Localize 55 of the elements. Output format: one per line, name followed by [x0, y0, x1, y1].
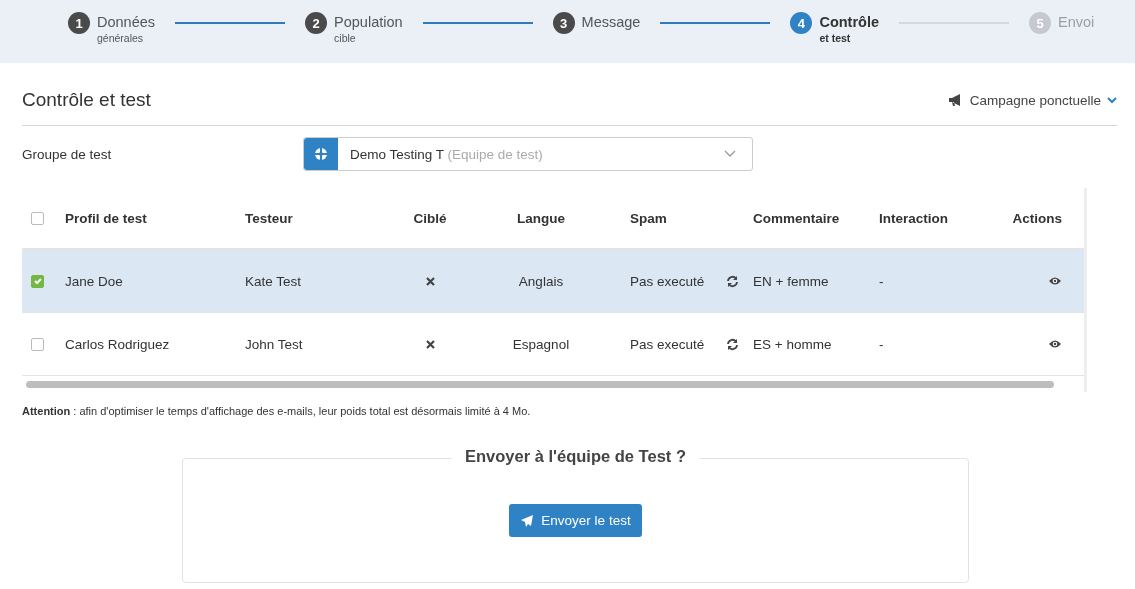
column-header: Interaction: [879, 210, 948, 226]
table-cell: Carlos Rodriguez: [65, 336, 170, 352]
column-header: Profil de test: [65, 210, 147, 226]
table-cell: Jane Doe: [65, 273, 123, 289]
column-header: Testeur: [245, 210, 293, 226]
step-label[interactable]: Population: [334, 12, 403, 32]
step-number: 5: [1029, 12, 1052, 34]
table-cell: Pas executé: [630, 273, 705, 289]
column-header: Langue: [517, 210, 565, 226]
step-number: 1: [68, 12, 90, 34]
chevron-down-icon: [1107, 96, 1117, 104]
column-header: Spam: [630, 210, 667, 226]
field-label: Groupe de test: [22, 146, 113, 162]
step-sublabel: cible: [334, 32, 357, 44]
table-cell: EN + femme: [753, 273, 829, 289]
table-cell: Kate Test: [245, 273, 302, 289]
step-number: 3: [552, 12, 575, 34]
send-test-button[interactable]: Envoyer le test: [509, 504, 642, 537]
table-cell: Pas executé: [630, 336, 705, 352]
campaign-dropdown[interactable]: Campagne ponctuelle: [947, 92, 1117, 108]
checkbox[interactable]: [31, 211, 44, 225]
cross-icon: [425, 339, 435, 349]
refresh-icon[interactable]: [726, 337, 739, 351]
column-header: Actions: [1012, 210, 1062, 226]
table-row[interactable]: Carlos Rodriguez John Test Espagnol Pas executé ES + homme -: [22, 313, 1084, 376]
scrollbar-thumb[interactable]: [26, 380, 1054, 388]
step-sublabel: et test: [819, 32, 852, 44]
chevron-down-icon: [724, 150, 736, 158]
cross-icon: [425, 276, 435, 286]
step-number: 2: [305, 12, 328, 34]
table-cell: ES + homme: [753, 336, 832, 352]
refresh-icon[interactable]: [726, 274, 739, 288]
table-cell: Anglais: [518, 273, 564, 289]
table-cell: -: [879, 273, 884, 289]
checkbox[interactable]: [31, 337, 44, 351]
eye-icon[interactable]: [1048, 276, 1062, 286]
step-label[interactable]: Contrôle: [819, 12, 880, 32]
step-label[interactable]: Message: [581, 12, 641, 32]
page-title: Contrôle et test: [22, 89, 151, 111]
step-label[interactable]: Données: [97, 12, 156, 32]
checkbox[interactable]: [31, 274, 44, 288]
target-icon: [313, 146, 329, 162]
table-cell: -: [879, 336, 884, 352]
table-cell: Espagnol: [512, 336, 570, 352]
table-row[interactable]: Jane Doe Kate Test Anglais Pas executé EN + femme -: [22, 250, 1084, 313]
test-group-select[interactable]: Demo Testing T (Equipe de test): [303, 137, 753, 171]
paper-plane-icon: [520, 513, 535, 528]
eye-icon[interactable]: [1048, 339, 1062, 349]
column-header: Commentaire: [753, 210, 840, 226]
step-sublabel: générales: [97, 32, 145, 44]
table-cell: John Test: [245, 336, 303, 352]
column-header: Ciblé: [413, 210, 447, 226]
panel-title: Envoyer à l'équipe de Test ?: [451, 447, 700, 466]
step-number: 4: [790, 12, 813, 34]
notice-text: Attention : afin d'optimiser le temps d'affichage des e-mails, leur poids total est désormais limité à 4 Mo.: [22, 405, 532, 417]
